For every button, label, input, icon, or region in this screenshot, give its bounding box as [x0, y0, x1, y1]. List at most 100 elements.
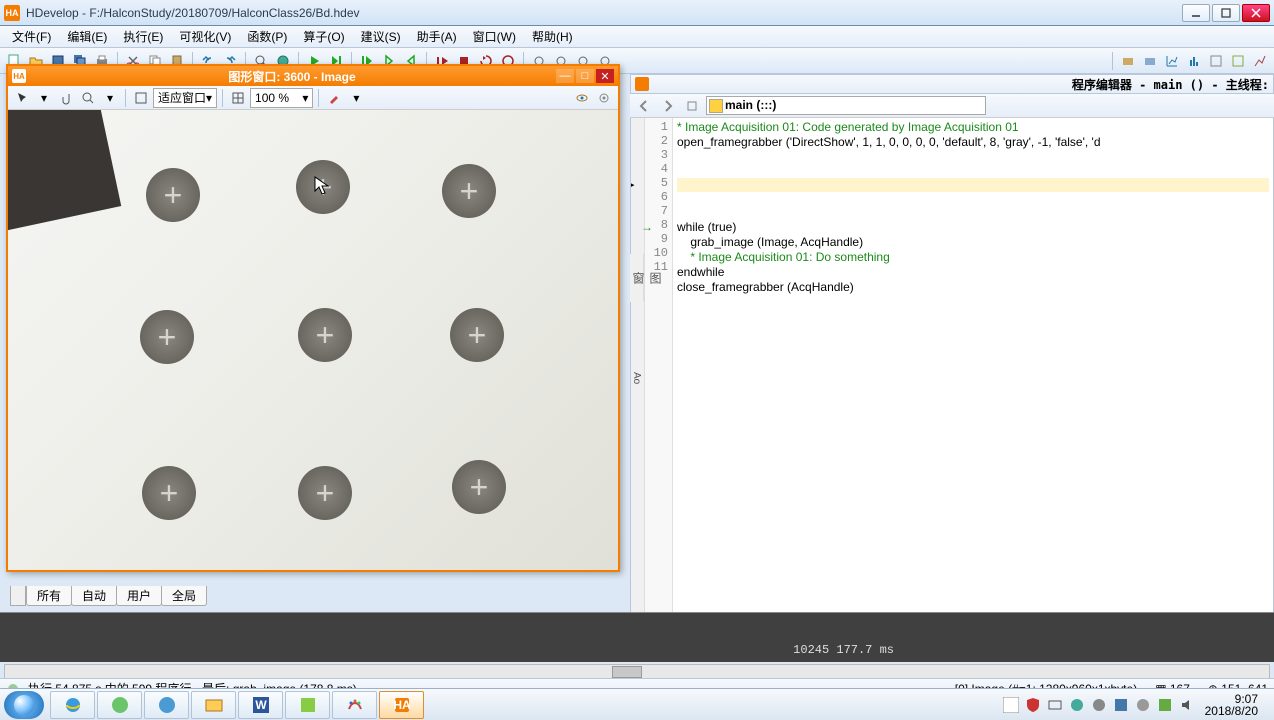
nav-copy-icon[interactable]	[682, 96, 702, 116]
taskbar-explorer[interactable]	[191, 691, 236, 719]
pointer-icon[interactable]	[12, 88, 32, 108]
code-line-10: endwhile	[677, 265, 724, 279]
svg-text:HA: HA	[393, 698, 411, 712]
screw-5	[298, 308, 352, 362]
close-button[interactable]	[1242, 4, 1270, 22]
chart3-icon[interactable]	[1206, 51, 1226, 71]
window-titlebar: HA HDevelop - F:/HalconStudy/20180709/Ha…	[0, 0, 1274, 26]
fit-icon[interactable]	[131, 88, 151, 108]
taskbar-hdevelop[interactable]: HA	[379, 691, 424, 719]
variable-tabs: 所有 自动 用户 全局	[10, 586, 206, 606]
zoom-in-icon[interactable]	[78, 88, 98, 108]
chart4-icon[interactable]	[1228, 51, 1248, 71]
paint-icon[interactable]	[324, 88, 344, 108]
tab-user[interactable]: 用户	[116, 586, 162, 606]
code-line-2: open_framegrabber ('DirectShow', 1, 1, 0…	[677, 135, 1101, 149]
taskbar-ie[interactable]	[50, 691, 95, 719]
editor-title: 程序编辑器 - main () - 主线程:	[655, 76, 1269, 93]
graphics-canvas[interactable]	[8, 110, 618, 570]
tab-all[interactable]: 所有	[26, 586, 72, 606]
grid-icon[interactable]	[228, 88, 248, 108]
editor-titlebar: 程序编辑器 - main () - 主线程:	[630, 74, 1274, 94]
gwin-close-button[interactable]: ✕	[596, 69, 614, 83]
tray-app2-icon[interactable]	[1091, 697, 1107, 713]
gear-icon[interactable]	[594, 88, 614, 108]
right-panel: 程序编辑器 - main () - 主线程: main (:::) Ao 窗图 …	[630, 74, 1274, 640]
menu-operator[interactable]: 算子(O)	[295, 26, 352, 47]
vertical-splitter[interactable]	[622, 74, 630, 640]
dark-object	[8, 110, 121, 231]
left-panel: HA 图形窗口: 3600 - Image — □ ✕ ▾ ▾ 适应窗口 ▾ 1…	[0, 74, 622, 640]
tray-app4-icon[interactable]	[1135, 697, 1151, 713]
chart1-icon[interactable]	[1162, 51, 1182, 71]
app-icon: HA	[4, 5, 20, 21]
tray-speaker-icon[interactable]	[1179, 697, 1195, 713]
fit-select[interactable]: 适应窗口 ▾	[153, 88, 217, 108]
scrollbar-thumb[interactable]	[612, 666, 642, 678]
screw-4	[140, 310, 194, 364]
gwin-minimize-button[interactable]: —	[556, 69, 574, 83]
taskbar-app6[interactable]	[285, 691, 330, 719]
tray-clock[interactable]: 9:07 2018/8/20	[1201, 693, 1262, 717]
tab-prev[interactable]	[10, 586, 26, 606]
function-select[interactable]: main (:::)	[706, 96, 986, 115]
graphics-window-title: 图形窗口: 3600 - Image	[30, 68, 554, 85]
side-col-mid[interactable]: 窗图	[630, 254, 644, 302]
menu-run[interactable]: 执行(E)	[115, 26, 171, 47]
code-line-1: * Image Acquisition 01: Code generated b…	[677, 120, 1019, 134]
taskbar-paint[interactable]	[332, 691, 377, 719]
tray-net-icon[interactable]	[1047, 697, 1063, 713]
code-line-9: * Image Acquisition 01: Do something	[677, 250, 890, 264]
hand-icon[interactable]	[56, 88, 76, 108]
maximize-button[interactable]	[1212, 4, 1240, 22]
minimize-button[interactable]	[1182, 4, 1210, 22]
paint-dd-icon[interactable]: ▾	[346, 88, 366, 108]
zoom-select[interactable]: 100 % ▾	[250, 88, 313, 108]
code-line-11: close_framegrabber (AcqHandle)	[677, 280, 854, 294]
svg-text:W: W	[255, 698, 267, 712]
cursor-icon	[314, 176, 330, 196]
menu-assist[interactable]: 助手(A)	[409, 26, 465, 47]
screw-3	[442, 164, 496, 218]
pc-marker-icon: ▸	[630, 178, 635, 192]
menu-file[interactable]: 文件(F)	[4, 26, 59, 47]
taskbar-app3[interactable]	[144, 691, 189, 719]
menu-func[interactable]: 函数(P)	[239, 26, 295, 47]
tray-app5-icon[interactable]	[1157, 697, 1173, 713]
tab-global[interactable]: 全局	[161, 586, 207, 606]
assist1-icon[interactable]	[1118, 51, 1138, 71]
chart5-icon[interactable]	[1250, 51, 1270, 71]
eye-icon[interactable]	[572, 88, 592, 108]
content-area: HA 图形窗口: 3600 - Image — □ ✕ ▾ ▾ 适应窗口 ▾ 1…	[0, 74, 1274, 640]
tray-app1-icon[interactable]	[1069, 697, 1085, 713]
editor-nav: main (:::)	[630, 94, 1274, 118]
chart2-icon[interactable]	[1184, 51, 1204, 71]
windows-taskbar: W HA 9:07 2018/8/20	[0, 688, 1274, 720]
assist2-icon[interactable]	[1140, 51, 1160, 71]
zoom-dd-icon[interactable]: ▾	[100, 88, 120, 108]
gwin-maximize-button[interactable]: □	[576, 69, 594, 83]
tray-shield-icon[interactable]	[1025, 697, 1041, 713]
gwin-app-icon: HA	[12, 69, 26, 83]
side-col-left[interactable]: Ao	[631, 118, 645, 639]
graphics-window-titlebar[interactable]: HA 图形窗口: 3600 - Image — □ ✕	[8, 66, 618, 86]
line-gutter: 1234567891011	[645, 118, 673, 639]
nav-back-icon[interactable]	[634, 96, 654, 116]
screw-1	[146, 168, 200, 222]
menu-help[interactable]: 帮助(H)	[524, 26, 581, 47]
taskbar-app2[interactable]	[97, 691, 142, 719]
tray-flag-icon[interactable]	[1003, 697, 1019, 713]
nav-fwd-icon[interactable]	[658, 96, 678, 116]
tray-app3-icon[interactable]	[1113, 697, 1129, 713]
start-button[interactable]	[4, 691, 44, 719]
output-info: 10245 177.7 ms	[793, 643, 894, 657]
menu-suggest[interactable]: 建议(S)	[353, 26, 409, 47]
graphics-toolbar: ▾ ▾ 适应窗口 ▾ 100 % ▾ ▾	[8, 86, 618, 110]
menu-visualize[interactable]: 可视化(V)	[171, 26, 239, 47]
menu-window[interactable]: 窗口(W)	[465, 26, 524, 47]
menu-edit[interactable]: 编辑(E)	[59, 26, 115, 47]
code-editor[interactable]: * Image Acquisition 01: Code generated b…	[673, 118, 1273, 639]
taskbar-word[interactable]: W	[238, 691, 283, 719]
tab-auto[interactable]: 自动	[71, 586, 117, 606]
pointer-dd-icon[interactable]: ▾	[34, 88, 54, 108]
